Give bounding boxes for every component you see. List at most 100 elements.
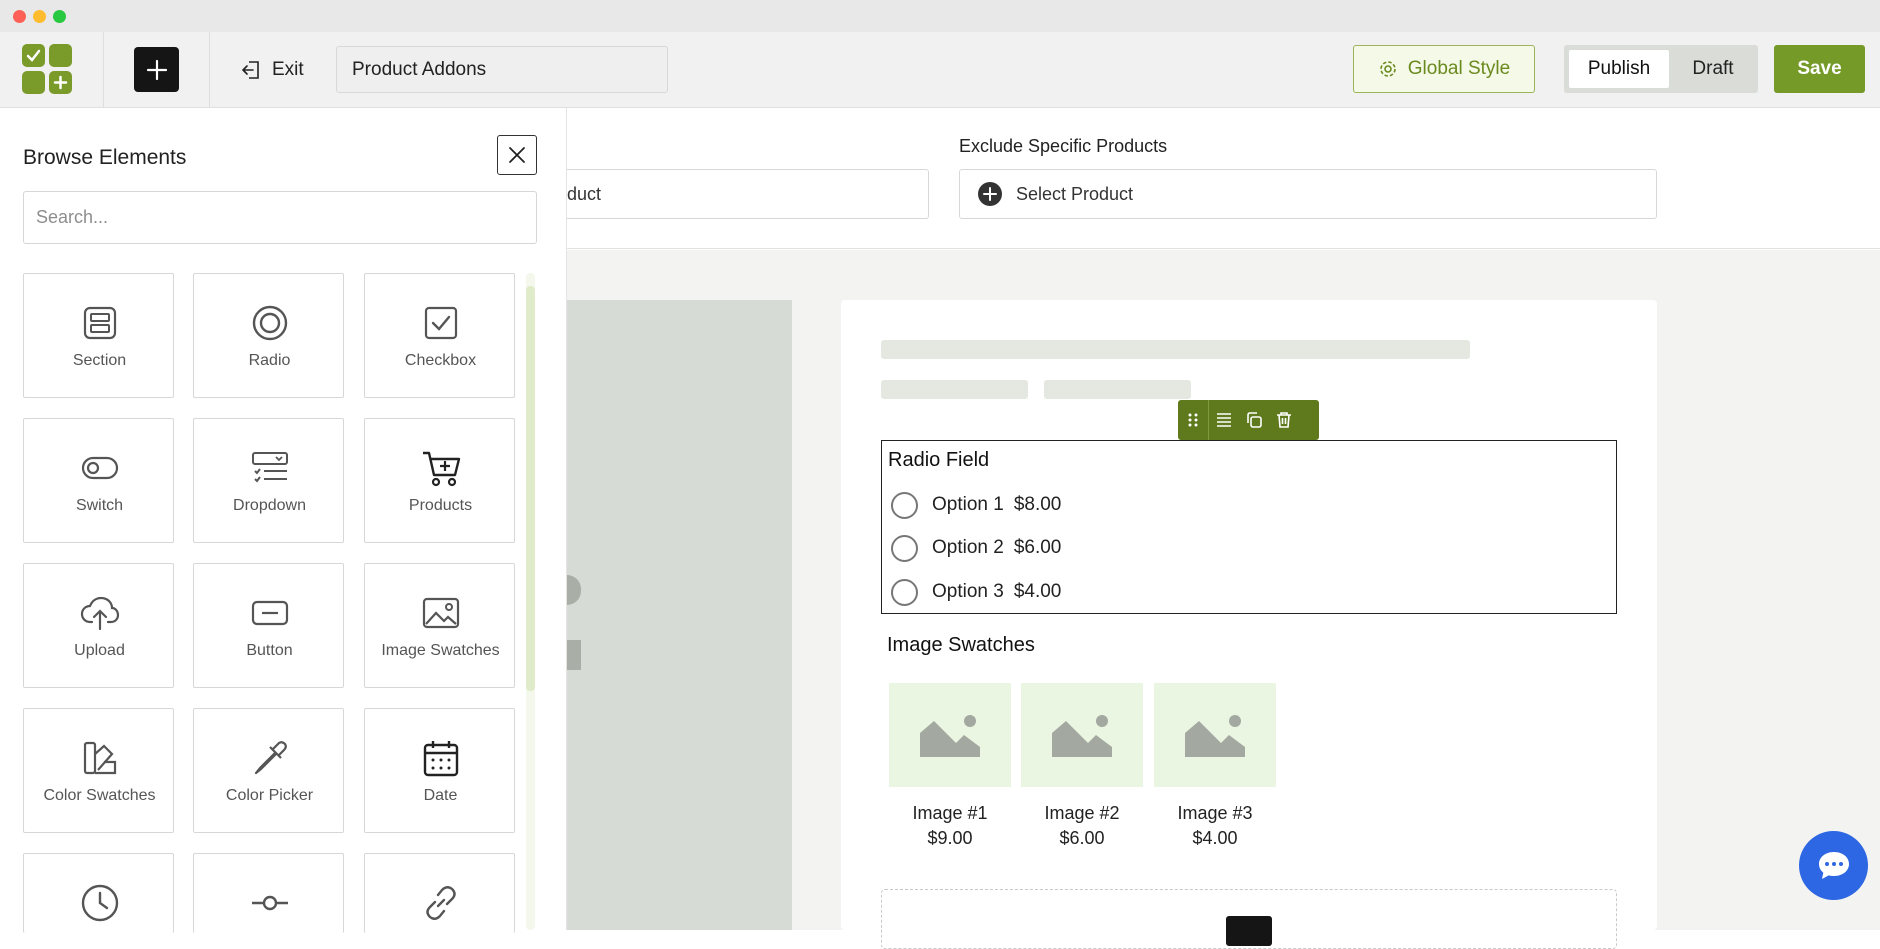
element-tile-label: Checkbox (404, 352, 477, 369)
radio-button[interactable] (891, 534, 918, 562)
add-element-dropzone-button[interactable] (1226, 916, 1272, 946)
cart-icon (422, 451, 460, 487)
close-icon (509, 147, 525, 163)
save-button[interactable]: Save (1774, 45, 1865, 93)
divider (103, 32, 104, 108)
element-tile-label: Button (246, 642, 293, 659)
search-elements-input[interactable] (23, 191, 537, 244)
image-swatch-label: Image #3 $4.00 (1177, 803, 1253, 848)
top-toolbar: Exit Product Addons Global Style Publish… (0, 32, 1880, 108)
settings-list-icon[interactable] (1209, 400, 1239, 440)
element-toolbar (1178, 400, 1319, 440)
panel-title: Browse Elements (23, 146, 187, 169)
element-tile-range-slider[interactable] (193, 853, 344, 933)
element-tile-color-swatches[interactable]: Color Swatches (23, 708, 174, 833)
element-tile-label: Image Swatches (381, 642, 500, 659)
radio-field-element[interactable]: Radio Field Option 1 $8.00 Option 2 $6.0… (881, 440, 1617, 614)
image-swatch-label: Image #1 $9.00 (912, 803, 988, 848)
drag-handle-icon[interactable] (1178, 400, 1208, 440)
element-tile-checkbox[interactable]: Checkbox (364, 273, 515, 398)
chat-icon (1818, 851, 1849, 879)
element-tile-section[interactable]: Section (23, 273, 174, 398)
image-placeholder-icon (1052, 715, 1112, 757)
skeleton-line (881, 380, 1028, 399)
section-icon (83, 306, 116, 340)
product-filter-bar: duct Exclude Specific Products Select Pr… (567, 108, 1880, 249)
chat-support-button[interactable] (1799, 831, 1868, 900)
image-placeholder-icon (1185, 715, 1245, 757)
element-tile-label: Dropdown (233, 497, 306, 514)
image-placeholder-icon (920, 715, 980, 757)
element-tile-time[interactable] (23, 853, 174, 933)
image-swatch-3[interactable] (1154, 683, 1276, 787)
button-icon (251, 600, 288, 626)
element-tile-switch[interactable]: Switch (23, 418, 174, 543)
element-tile-label: Radio (248, 352, 291, 369)
element-tile-label: Products (408, 497, 473, 514)
divider (209, 32, 210, 108)
element-tile-label: Date (423, 787, 458, 804)
element-tile-products[interactable]: Products (364, 418, 515, 543)
plus-circle-icon (978, 182, 1002, 206)
minimize-window-button[interactable] (33, 10, 46, 23)
browse-elements-panel: Browse Elements Section Radio Checkbox S… (0, 108, 567, 933)
radio-option[interactable]: Option 3 $4.00 (891, 577, 1061, 607)
element-tile-label: Color Picker (225, 787, 314, 804)
panel-scrollbar-thumb[interactable] (526, 286, 535, 691)
skeleton-line (881, 340, 1470, 359)
exclude-products-input[interactable]: Select Product (959, 169, 1657, 219)
add-element-dropzone[interactable] (881, 889, 1617, 949)
gear-icon (1379, 61, 1396, 77)
link-icon (425, 886, 456, 920)
slider-icon (251, 895, 288, 911)
image-swatch-1[interactable] (889, 683, 1011, 787)
close-panel-button[interactable] (497, 135, 537, 175)
zoom-window-button[interactable] (53, 10, 66, 23)
exit-button[interactable]: Exit (240, 54, 304, 86)
upload-icon (80, 596, 119, 630)
element-tile-button[interactable]: Button (193, 563, 344, 688)
add-element-button[interactable] (134, 47, 179, 92)
checkbox-icon (424, 306, 457, 340)
element-tile-label: Switch (75, 497, 124, 514)
exclude-products-label: Exclude Specific Products (959, 136, 1168, 156)
image-swatch-label: Image #2 $6.00 (1044, 803, 1120, 848)
exit-label: Exit (272, 59, 304, 80)
page-title-input[interactable]: Product Addons (336, 46, 668, 93)
trash-icon[interactable] (1269, 400, 1299, 440)
clock-icon (81, 884, 118, 922)
dropdown-icon (251, 452, 288, 483)
duplicate-icon[interactable] (1239, 400, 1269, 440)
skeleton-line (1044, 380, 1191, 399)
product-image-placeholder (567, 300, 792, 930)
element-tile-radio[interactable]: Radio (193, 273, 344, 398)
publish-button[interactable]: Publish (1569, 50, 1669, 88)
element-tile-dropdown[interactable]: Dropdown (193, 418, 344, 543)
include-products-input[interactable]: duct (567, 169, 929, 219)
color-swatches-icon (83, 741, 116, 775)
image-swatches-title: Image Swatches (887, 634, 1035, 656)
radio-option[interactable]: Option 2 $6.00 (891, 533, 1061, 563)
radio-icon (252, 305, 287, 341)
app-logo-icon[interactable] (22, 44, 72, 94)
window-titlebar (0, 0, 1880, 32)
element-tile-color-picker[interactable]: Color Picker (193, 708, 344, 833)
radio-option[interactable]: Option 1 $8.00 (891, 490, 1061, 520)
close-window-button[interactable] (13, 10, 26, 23)
element-tile-label: Upload (74, 642, 125, 659)
radio-button[interactable] (891, 491, 918, 519)
element-tile-upload[interactable]: Upload (23, 563, 174, 688)
radio-button[interactable] (891, 578, 918, 606)
publish-draft-toggle: Publish Draft (1564, 45, 1758, 93)
element-tile-date[interactable]: Date (364, 708, 515, 833)
switch-icon (81, 456, 118, 480)
element-tile-label: Section (72, 352, 127, 369)
draft-button[interactable]: Draft (1672, 50, 1754, 88)
element-tile-link[interactable] (364, 853, 515, 933)
element-tile-label: Color Swatches (43, 787, 156, 804)
calendar-icon (423, 741, 458, 777)
global-style-button[interactable]: Global Style (1353, 45, 1535, 93)
image-swatch-2[interactable] (1021, 683, 1143, 787)
radio-field-title: Radio Field (888, 449, 990, 471)
element-tile-image-swatches[interactable]: Image Swatches (364, 563, 515, 688)
